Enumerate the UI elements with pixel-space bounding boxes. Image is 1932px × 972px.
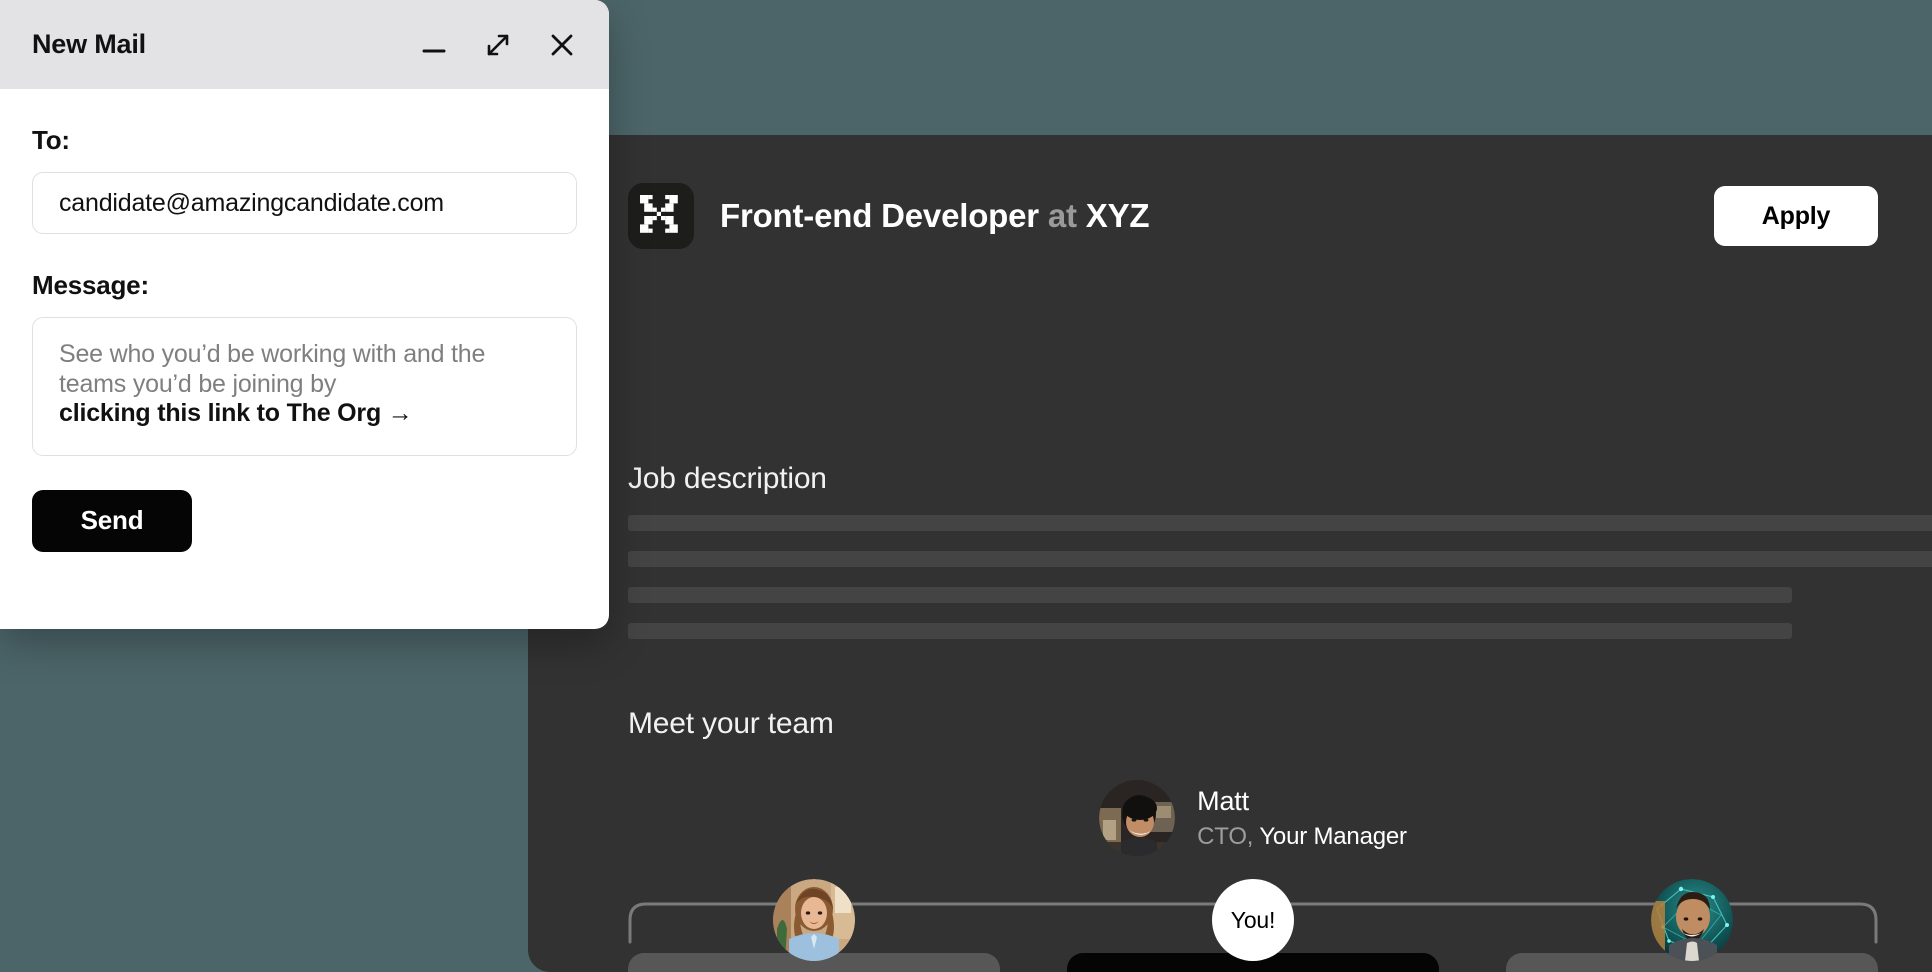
manager-role-title: CTO,: [1197, 822, 1254, 850]
job-title-role: Front-end Developer: [720, 197, 1039, 234]
message-line-1: See who you’d be working with: [59, 340, 397, 368]
message-label: Message:: [32, 270, 149, 300]
minimize-icon[interactable]: [413, 24, 455, 66]
skeleton-bar: [628, 551, 1932, 567]
mail-titlebar[interactable]: New Mail: [0, 0, 609, 89]
manager-avatar: [1099, 780, 1176, 856]
org-card-you[interactable]: You! Product Manager: [1067, 879, 1439, 972]
job-description-heading: Job description: [628, 462, 827, 495]
window-title: New Mail: [32, 29, 146, 59]
window-controls: [413, 24, 583, 66]
job-description-skeleton: [628, 515, 1932, 659]
skeleton-bar: [628, 587, 1792, 603]
close-icon[interactable]: [541, 24, 583, 66]
org-card-anton[interactable]: Anton: [1506, 879, 1878, 972]
job-title-connector: at: [1038, 197, 1086, 234]
job-posting-panel: Front-end Developer at XYZ Apply Job des…: [528, 135, 1932, 972]
send-button[interactable]: Send: [32, 489, 192, 552]
skeleton-bar: [628, 623, 1792, 639]
manager-role-relation: Your Manager: [1253, 822, 1407, 850]
xyz-logo-icon: [628, 183, 694, 249]
org-manager-node[interactable]: Matt CTO, Your Manager: [628, 780, 1878, 856]
apply-button[interactable]: Apply: [1714, 186, 1878, 246]
meet-your-team-heading: Meet your team: [628, 707, 834, 740]
job-header: Front-end Developer at XYZ Apply: [628, 180, 1878, 252]
anton-avatar: [1651, 879, 1733, 961]
message-input[interactable]: See who you’d be working with and the te…: [32, 317, 577, 456]
page-title: Front-end Developer at XYZ: [720, 197, 1150, 235]
new-mail-window: New Mail To: Message: See: [0, 0, 609, 629]
job-title-company: XYZ: [1085, 197, 1150, 234]
to-label: To:: [32, 125, 70, 155]
mail-body: To: Message: See who you’d be working wi…: [0, 89, 609, 552]
skeleton-bar: [628, 515, 1932, 531]
manager-name: Matt: [1197, 786, 1249, 817]
manager-role: CTO, Your Manager: [1197, 823, 1407, 851]
org-reports-row: Hannah You! Product Manager: [628, 879, 1878, 972]
hannah-avatar: [773, 879, 855, 961]
org-card-hannah[interactable]: Hannah: [628, 879, 1000, 972]
expand-icon[interactable]: [477, 24, 519, 66]
you-badge: You!: [1212, 879, 1294, 961]
to-input[interactable]: [32, 172, 577, 234]
manager-info: Matt CTO, Your Manager: [1197, 785, 1407, 851]
the-org-link[interactable]: clicking this link to The Org →: [59, 399, 550, 429]
